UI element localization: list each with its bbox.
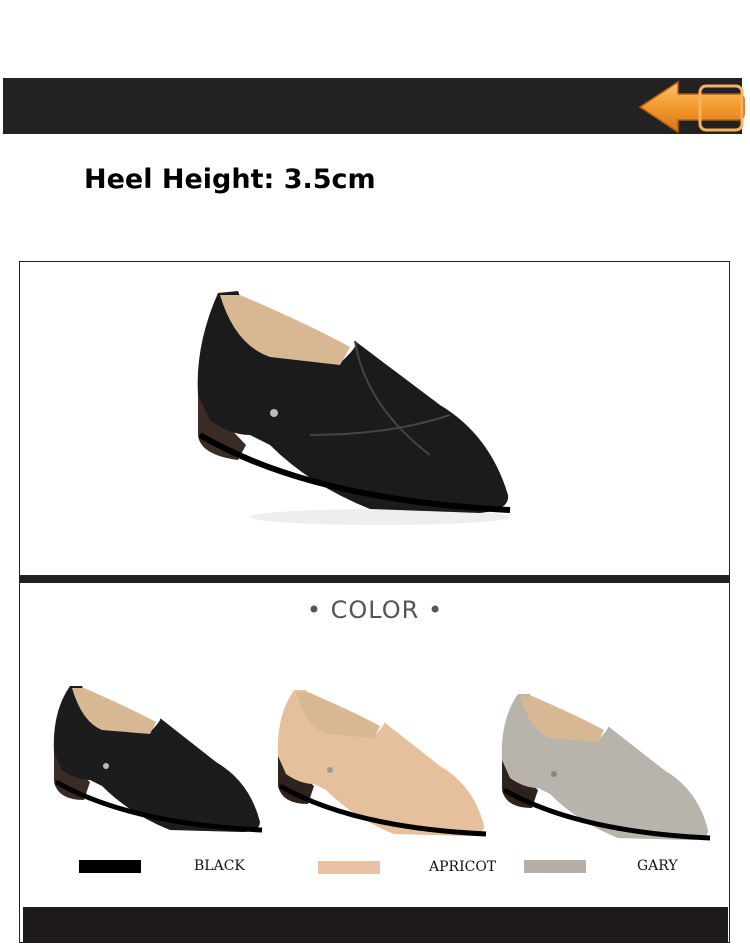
footer-bar — [23, 907, 728, 943]
back-arrow-icon[interactable] — [638, 78, 746, 136]
black-shoe-image — [53, 686, 263, 833]
apricot-shoe-image — [277, 690, 487, 837]
color-section-title: • COLOR • — [306, 596, 444, 624]
gary-color-label: GARY — [637, 858, 678, 874]
gray-shoe-image — [501, 694, 711, 841]
heel-height-label: Heel Height: 3.5cm — [84, 164, 376, 195]
main-shoe-image — [197, 291, 511, 525]
section-divider — [19, 575, 730, 583]
header-bar — [3, 78, 742, 134]
apricot-color-label: APRICOT — [429, 859, 497, 875]
gary-swatch[interactable] — [524, 860, 586, 873]
black-color-label: BLACK — [194, 858, 245, 874]
black-swatch[interactable] — [79, 860, 141, 873]
apricot-swatch[interactable] — [318, 861, 380, 874]
